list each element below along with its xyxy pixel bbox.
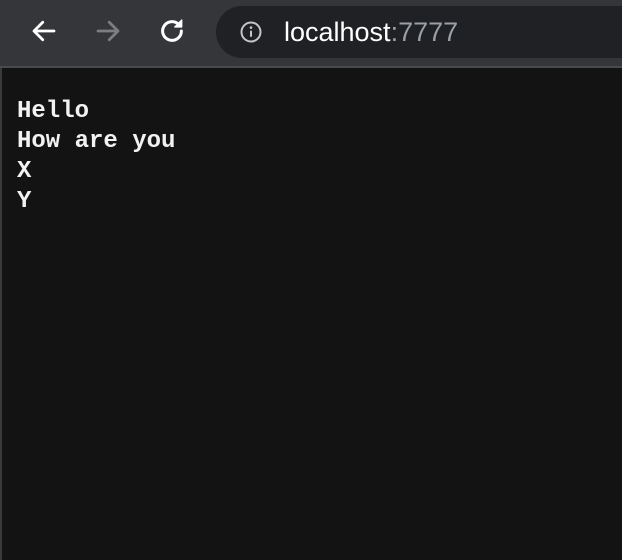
reload-button[interactable]: [154, 13, 190, 49]
page-text-lines: Hello How are you X Y: [17, 97, 175, 217]
back-button[interactable]: [26, 13, 62, 49]
page-content: Hello How are you X Y: [0, 68, 622, 560]
text-line-y: Y: [17, 188, 32, 215]
text-line-hello: Hello: [17, 98, 90, 125]
text-line-x: X: [17, 158, 32, 185]
text-line-how-are-you: How are you: [17, 128, 176, 155]
browser-window: localhost:7777 Hello How are you X Y: [0, 0, 622, 560]
url-text[interactable]: localhost:7777: [284, 6, 458, 58]
arrow-left-icon: [32, 20, 56, 42]
address-bar[interactable]: localhost:7777: [216, 6, 622, 58]
forward-button[interactable]: [90, 13, 126, 49]
arrow-right-icon: [96, 20, 120, 42]
browser-toolbar: localhost:7777: [0, 0, 622, 68]
url-port: :7777: [390, 17, 459, 47]
reload-icon: [161, 19, 183, 42]
info-circle-icon[interactable]: [240, 21, 262, 43]
url-host: localhost: [284, 17, 391, 47]
